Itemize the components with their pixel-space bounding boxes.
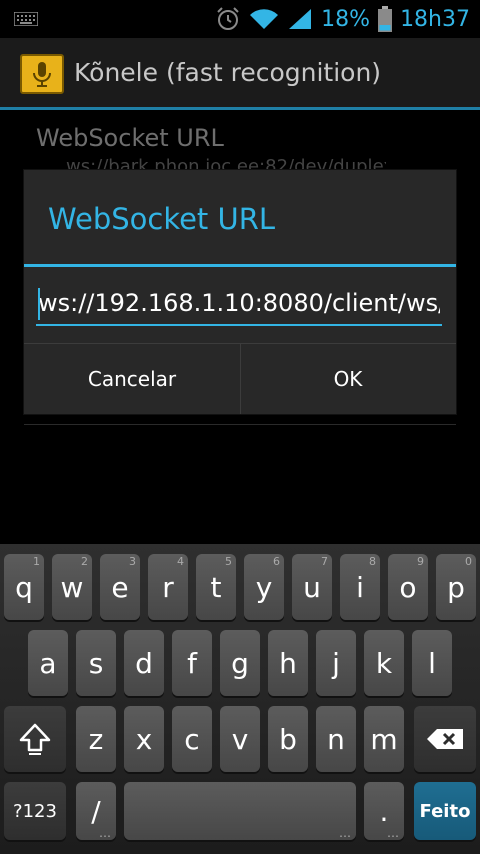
period-key[interactable]: .… <box>364 782 404 840</box>
app-title: Kõnele (fast recognition) <box>74 58 382 87</box>
key-i[interactable]: i8 <box>340 554 380 620</box>
key-d[interactable]: d <box>124 630 164 696</box>
preference-summary: ws://bark.phon.ioc.ee:82/dev/duplex-spee… <box>66 156 386 170</box>
key-w[interactable]: w2 <box>52 554 92 620</box>
shift-key[interactable] <box>4 706 66 772</box>
battery-percent: 18% <box>321 6 371 32</box>
key-z[interactable]: z <box>76 706 116 772</box>
key-r[interactable]: r4 <box>148 554 188 620</box>
key-h[interactable]: h <box>268 630 308 696</box>
key-a[interactable]: a <box>28 630 68 696</box>
dialog-title: WebSocket URL <box>48 202 276 236</box>
text-cursor <box>38 288 40 320</box>
battery-icon <box>378 6 393 32</box>
preference-title[interactable]: WebSocket URL <box>36 124 224 152</box>
key-b[interactable]: b <box>268 706 308 772</box>
key-v[interactable]: v <box>220 706 260 772</box>
list-divider <box>24 424 456 425</box>
key-g[interactable]: g <box>220 630 260 696</box>
key-e[interactable]: e3 <box>100 554 140 620</box>
key-o[interactable]: o9 <box>388 554 428 620</box>
space-key[interactable]: … <box>124 782 356 840</box>
key-c[interactable]: c <box>172 706 212 772</box>
key-l[interactable]: l <box>412 630 452 696</box>
key-j[interactable]: j <box>316 630 356 696</box>
alarm-icon <box>217 7 239 30</box>
microphone-icon[interactable] <box>20 54 64 94</box>
key-s[interactable]: s <box>76 630 116 696</box>
shift-arrow-icon <box>19 723 51 755</box>
wifi-icon <box>250 9 279 29</box>
symbols-key[interactable]: ?123 <box>4 782 66 840</box>
key-x[interactable]: x <box>124 706 164 772</box>
key-f[interactable]: f <box>172 630 212 696</box>
delete-key[interactable] <box>414 706 476 772</box>
soft-keyboard: q1 w2 e3 r4 t5 y6 u7 i8 o9 p0 a s d f g … <box>0 544 480 854</box>
key-k[interactable]: k <box>364 630 404 696</box>
url-dialog: WebSocket URL Cancelar OK <box>24 170 456 414</box>
action-bar: Kõnele (fast recognition) <box>0 38 480 110</box>
key-q[interactable]: q1 <box>4 554 44 620</box>
dialog-title-divider <box>24 264 456 267</box>
key-m[interactable]: m <box>364 706 404 772</box>
key-y[interactable]: y6 <box>244 554 284 620</box>
ok-button[interactable]: OK <box>240 344 456 414</box>
url-input[interactable] <box>36 282 442 326</box>
signal-icon <box>289 9 312 29</box>
clock-time: 18h37 <box>400 6 470 32</box>
key-n[interactable]: n <box>316 706 356 772</box>
done-key[interactable]: Feito <box>414 782 476 840</box>
status-bar: 18% 18h37 <box>0 0 480 38</box>
key-u[interactable]: u7 <box>292 554 332 620</box>
slash-key[interactable]: /… <box>76 782 116 840</box>
key-t[interactable]: t5 <box>196 554 236 620</box>
cancel-button[interactable]: Cancelar <box>24 344 240 414</box>
backspace-icon <box>427 729 463 749</box>
key-p[interactable]: p0 <box>436 554 476 620</box>
keyboard-icon <box>14 12 38 26</box>
